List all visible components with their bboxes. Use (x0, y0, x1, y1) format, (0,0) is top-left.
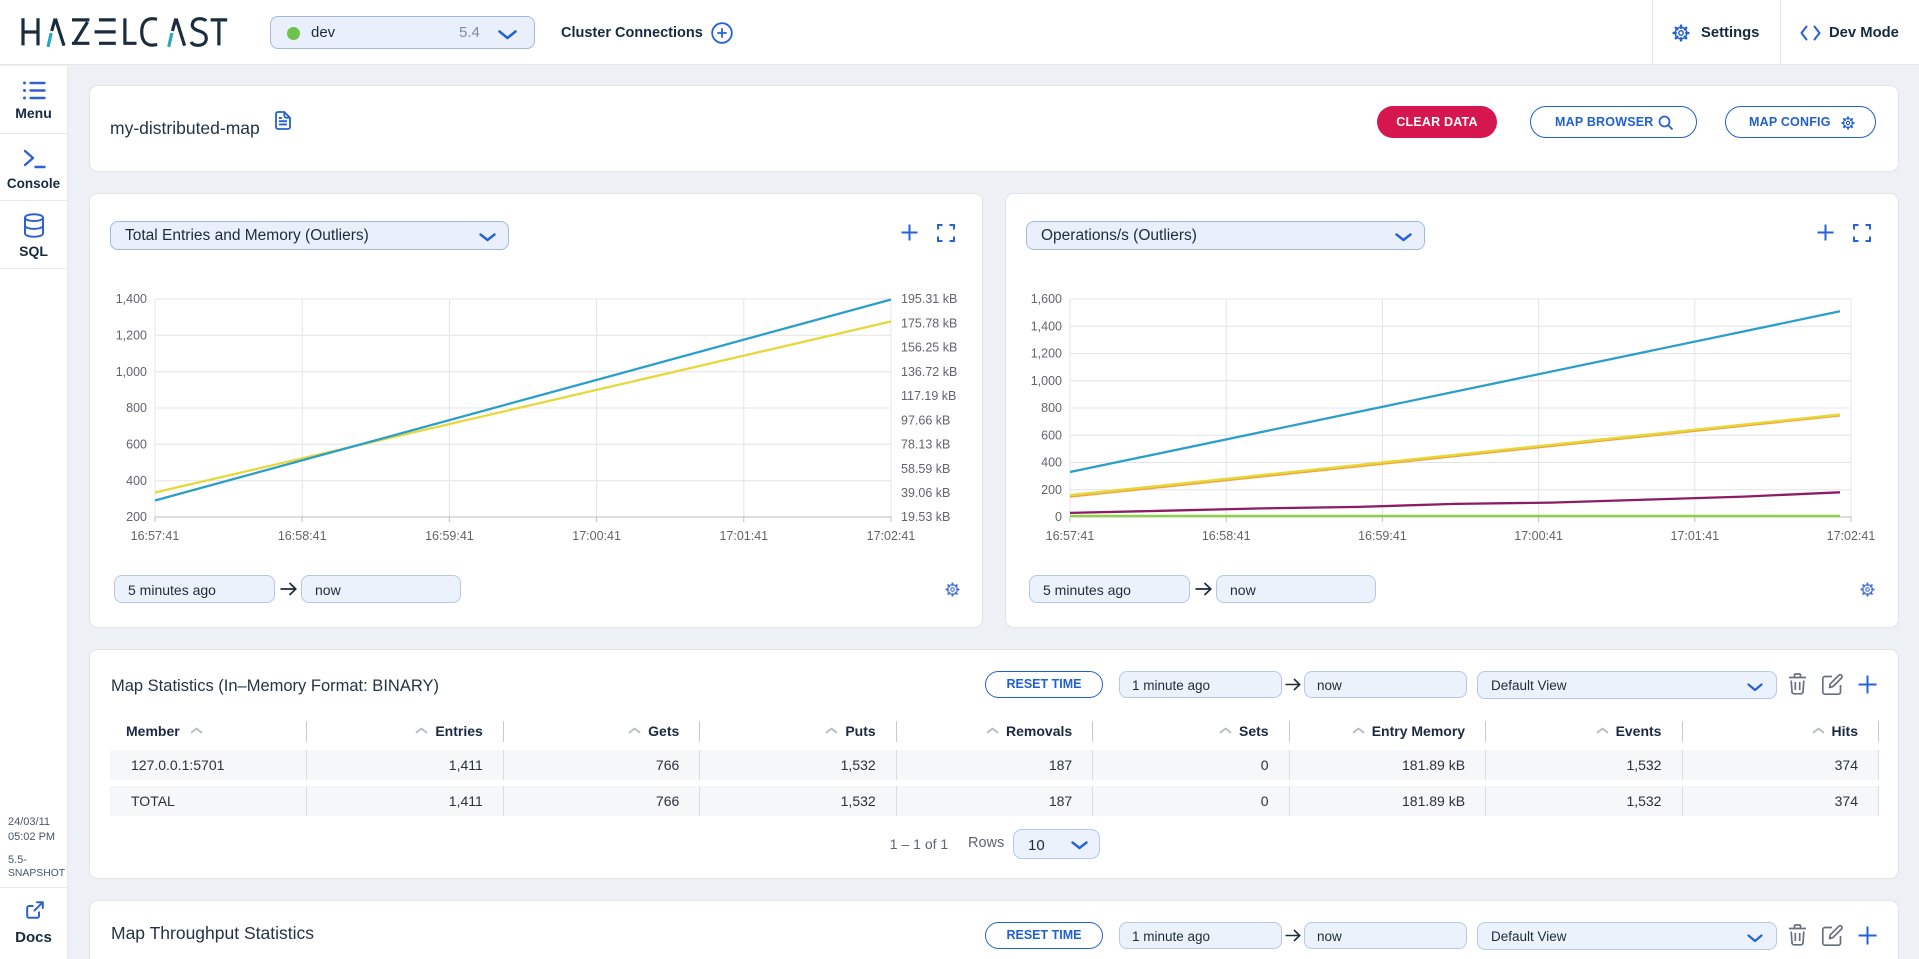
svg-text:16:58:41: 16:58:41 (278, 529, 327, 543)
svg-text:39.06 kB: 39.06 kB (901, 486, 950, 500)
svg-text:200: 200 (126, 510, 147, 524)
svg-text:58.59 kB: 58.59 kB (901, 462, 950, 476)
svg-text:117.19 kB: 117.19 kB (901, 389, 956, 403)
svg-text:1,600: 1,600 (1031, 292, 1062, 306)
svg-text:175.78 kB: 175.78 kB (901, 316, 957, 330)
svg-text:16:57:41: 16:57:41 (131, 529, 180, 543)
svg-text:17:00:41: 17:00:41 (1514, 529, 1563, 543)
svg-text:16:59:41: 16:59:41 (425, 529, 474, 543)
svg-text:1,400: 1,400 (116, 292, 147, 306)
svg-text:16:59:41: 16:59:41 (1358, 529, 1407, 543)
svg-text:17:02:41: 17:02:41 (1827, 529, 1876, 543)
svg-text:1,000: 1,000 (1031, 374, 1062, 388)
svg-text:0: 0 (1055, 510, 1062, 524)
svg-text:400: 400 (1041, 456, 1062, 470)
svg-text:800: 800 (1041, 401, 1062, 415)
svg-text:17:01:41: 17:01:41 (1670, 529, 1719, 543)
svg-text:136.72 kB: 136.72 kB (901, 365, 957, 379)
svg-text:156.25 kB: 156.25 kB (901, 341, 957, 355)
svg-text:1,200: 1,200 (1031, 347, 1062, 361)
svg-text:1,400: 1,400 (1031, 319, 1062, 333)
svg-text:1,000: 1,000 (116, 365, 147, 379)
svg-text:400: 400 (126, 474, 147, 488)
svg-text:600: 600 (1041, 428, 1062, 442)
svg-text:200: 200 (1041, 483, 1062, 497)
svg-text:19.53 kB: 19.53 kB (901, 510, 950, 524)
svg-text:78.13 kB: 78.13 kB (901, 438, 950, 452)
svg-text:97.66 kB: 97.66 kB (901, 413, 950, 427)
svg-text:17:00:41: 17:00:41 (572, 529, 621, 543)
svg-text:17:01:41: 17:01:41 (719, 529, 768, 543)
svg-text:1,200: 1,200 (116, 329, 147, 343)
svg-text:16:58:41: 16:58:41 (1202, 529, 1251, 543)
svg-text:800: 800 (126, 401, 147, 415)
svg-text:16:57:41: 16:57:41 (1046, 529, 1095, 543)
svg-text:195.31 kB: 195.31 kB (901, 292, 957, 306)
svg-text:600: 600 (126, 438, 147, 452)
svg-text:17:02:41: 17:02:41 (867, 529, 916, 543)
